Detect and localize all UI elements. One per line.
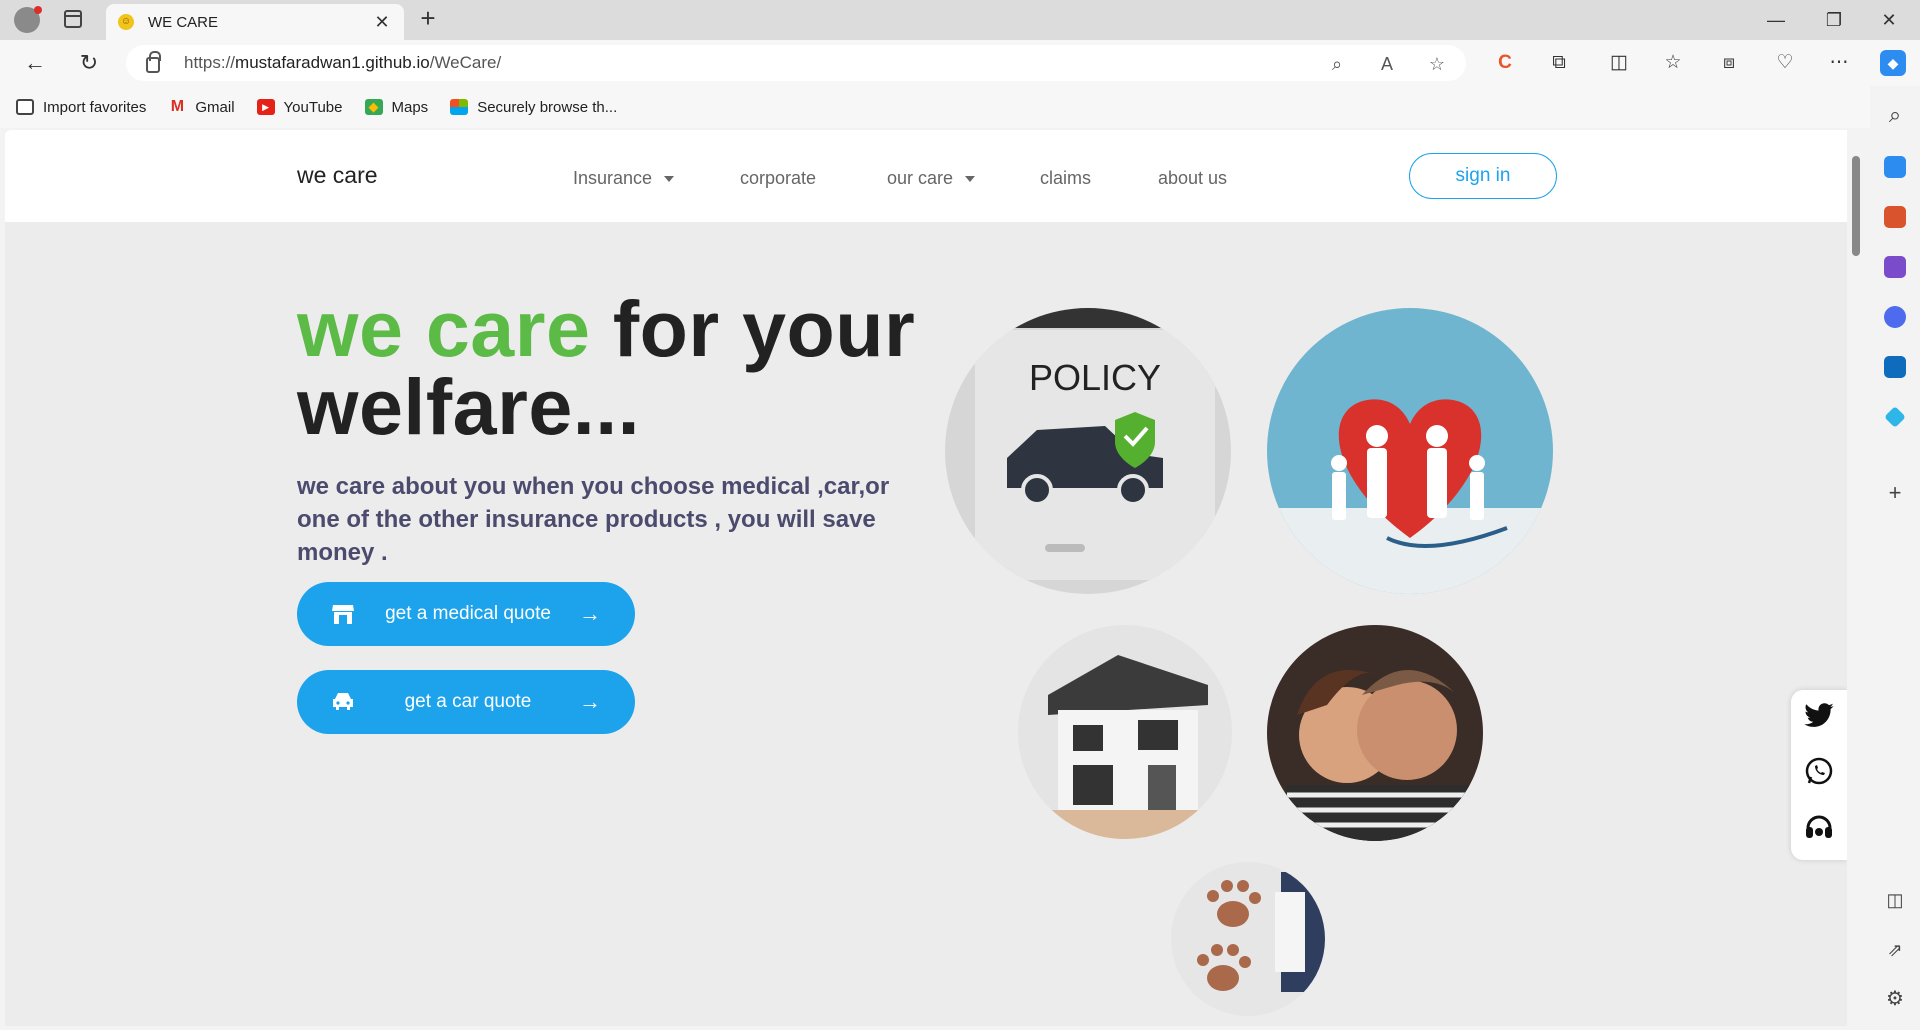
policy-text: POLICY [1029, 357, 1161, 398]
drop-icon[interactable] [1884, 406, 1906, 428]
favicon-icon: ☺ [118, 14, 134, 30]
arrow-right-icon: → [579, 601, 601, 626]
favorites-icon[interactable]: ☆ [1660, 50, 1686, 76]
address-bar[interactable]: https://mustafaradwan1.github.io/WeCare/… [126, 45, 1466, 81]
nav-corporate[interactable]: corporate [740, 168, 816, 189]
caret-down-icon [965, 175, 976, 182]
arrow-right-icon: → [579, 689, 601, 714]
open-external-icon[interactable]: ⇗ [1880, 940, 1910, 961]
hero-subtitle: we care about you when you choose medica… [297, 473, 890, 566]
outlook-icon[interactable] [1884, 356, 1906, 378]
bookmarks-bar: Import favorites M Gmail ▶ YouTube ◆ Map… [0, 86, 1920, 128]
car-quote-button[interactable]: get a car quote → [297, 670, 635, 734]
twitter-icon[interactable] [1803, 702, 1835, 734]
microsoft365-icon[interactable] [1884, 306, 1906, 328]
games-icon[interactable] [1884, 256, 1906, 278]
social-floating-bar [1791, 690, 1847, 860]
bookmark-label: Securely browse th... [477, 98, 618, 116]
nav-claims[interactable]: claims [1040, 168, 1091, 189]
bookmark-label: Maps [391, 98, 429, 116]
close-tab-icon[interactable]: ✕ [372, 12, 392, 33]
tab-title: WE CARE [148, 13, 219, 31]
close-window-button[interactable]: ✕ [1866, 6, 1912, 34]
site-navbar: we care Insurance corporate our care cla… [5, 130, 1847, 222]
medical-quote-button[interactable]: get a medical quote → [297, 582, 635, 646]
hero-title-highlight: we care [297, 284, 591, 373]
page-scrollbar[interactable] [1847, 130, 1865, 1026]
sign-in-button[interactable]: sign in [1409, 153, 1557, 199]
browser-toolbar: ← ↻ https://mustafaradwan1.github.io/WeC… [0, 40, 1920, 86]
scrollbar-thumb[interactable] [1852, 156, 1860, 256]
pet-paw-image [1171, 862, 1325, 1016]
bookmark-label: YouTube [283, 98, 343, 116]
back-button[interactable]: ← [20, 48, 50, 78]
zoom-icon[interactable]: ⌕ [1326, 53, 1348, 75]
store-icon [331, 603, 357, 625]
nav-insurance-dropdown[interactable]: Insurance [573, 168, 675, 189]
collections-icon[interactable]: ⧈ [1716, 50, 1742, 76]
house-image [1018, 625, 1232, 839]
copilot-icon[interactable]: ◆ [1880, 50, 1906, 76]
bookmark-youtube[interactable]: ▶ YouTube [256, 98, 343, 116]
medical-quote-label: get a medical quote [385, 603, 551, 624]
bookmark-label: Import favorites [43, 98, 147, 116]
nav-insurance-label: Insurance [573, 168, 653, 188]
shopping-icon[interactable] [1884, 156, 1906, 178]
extensions-icon[interactable]: ⧉ [1546, 50, 1572, 76]
bookmark-gmail[interactable]: M Gmail [168, 98, 235, 116]
refresh-button[interactable]: ↻ [74, 48, 104, 78]
browser-essentials-icon[interactable]: ♡ [1772, 50, 1798, 76]
tools-icon[interactable] [1884, 206, 1906, 228]
hero-title: we care for your welfare... [297, 289, 917, 446]
support-headset-icon[interactable] [1803, 810, 1835, 842]
family-heart-image [1267, 308, 1553, 594]
url-text[interactable]: https://mustafaradwan1.github.io/WeCare/ [184, 53, 501, 73]
maps-icon: ◆ [364, 99, 383, 115]
nav-our-care-label: our care [887, 168, 954, 188]
bookmark-label: Gmail [195, 98, 235, 116]
bookmark-import-favorites[interactable]: Import favorites [16, 99, 146, 116]
couple-image [1267, 625, 1483, 841]
import-icon [16, 99, 34, 115]
read-aloud-icon[interactable]: A [1376, 53, 1398, 75]
gmail-icon: M [170, 98, 185, 115]
tab-actions-icon[interactable] [64, 10, 82, 28]
caret-down-icon [664, 175, 675, 182]
bookmark-maps[interactable]: ◆ Maps [364, 98, 429, 116]
page-viewport: we care Insurance corporate our care cla… [5, 130, 1847, 1026]
nav-about-us[interactable]: about us [1158, 168, 1227, 189]
restore-button[interactable]: ❐ [1811, 6, 1857, 34]
add-sidebar-icon[interactable]: + [1880, 480, 1910, 506]
active-tab[interactable]: ☺ WE CARE ✕ [106, 4, 404, 40]
car-quote-label: get a car quote [404, 691, 532, 712]
whatsapp-icon[interactable] [1803, 756, 1835, 788]
settings-gear-icon[interactable]: ⚙ [1880, 986, 1910, 1011]
split-screen-icon[interactable]: ◫ [1606, 50, 1632, 76]
more-menu-icon[interactable]: ⋯ [1826, 50, 1852, 76]
windows-icon [450, 99, 469, 115]
car-icon [331, 691, 357, 713]
minimize-button[interactable]: — [1753, 6, 1799, 34]
search-icon[interactable]: ⌕ [1880, 102, 1910, 128]
hide-sidebar-icon[interactable]: ◫ [1880, 890, 1910, 911]
lock-icon[interactable] [146, 51, 161, 73]
edge-sidebar: ⌕ + ◫ ⇗ ⚙ [1870, 86, 1920, 1030]
bookmark-securely-browse[interactable]: Securely browse th... [450, 99, 617, 116]
youtube-icon: ▶ [256, 99, 275, 115]
extension-c-icon[interactable]: C [1492, 50, 1518, 76]
tab-bar: ☺ WE CARE ✕ + — ❐ ✕ [0, 0, 1920, 40]
policy-image: POLICY [945, 308, 1231, 594]
new-tab-button[interactable]: + [414, 4, 442, 34]
profile-avatar[interactable] [14, 6, 42, 33]
favorite-star-icon[interactable]: ☆ [1426, 53, 1448, 75]
site-brand[interactable]: we care [297, 162, 378, 189]
nav-our-care-dropdown[interactable]: our care [887, 168, 976, 189]
